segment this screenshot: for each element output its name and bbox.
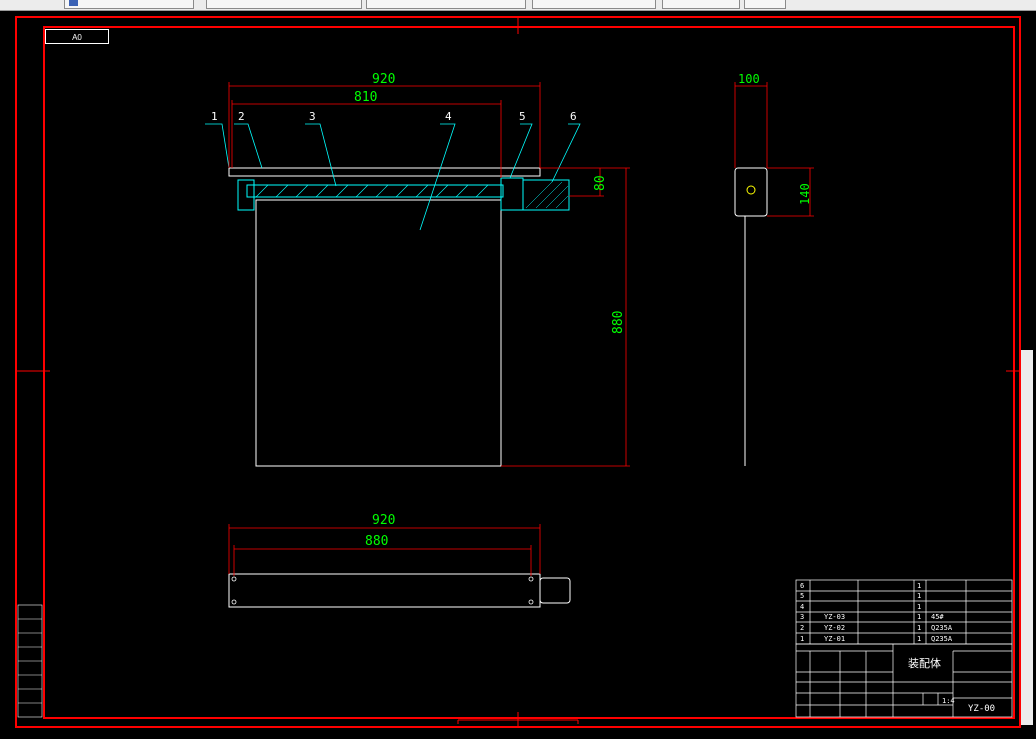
bom-no-6: 6 — [800, 582, 804, 590]
bom-qty-5: 1 — [917, 592, 921, 600]
dim-side-width: 100 — [738, 72, 760, 86]
balloon-4: 4 — [445, 110, 452, 123]
tab-3[interactable] — [366, 0, 526, 9]
dim-front-inner: 810 — [354, 90, 377, 105]
dim-plan-inner: 880 — [365, 534, 388, 549]
bom-no-5: 5 — [800, 592, 804, 600]
tab-6[interactable] — [744, 0, 786, 9]
plan-shaft-end — [539, 577, 571, 604]
bom-qty-3: 1 — [917, 613, 921, 621]
bom-no-3: 3 — [800, 613, 804, 621]
front-view — [228, 167, 570, 467]
balloon-3: 3 — [309, 110, 316, 123]
balloon-6: 6 — [570, 110, 577, 123]
bom-code-2: YZ-02 — [824, 624, 845, 632]
balloon-5: 5 — [519, 110, 526, 123]
bom-qty-4: 1 — [917, 603, 921, 611]
title-drawing-name: 装配体 — [908, 656, 941, 670]
bom-qty-1: 1 — [917, 635, 921, 643]
plan-dimensions — [228, 524, 541, 576]
front-right-bearing — [500, 177, 524, 211]
dim-front-height: 880 — [611, 311, 626, 334]
front-body — [255, 199, 502, 467]
left-margin-table — [17, 604, 43, 718]
side-hole — [746, 185, 756, 195]
front-motor-housing — [522, 179, 570, 211]
bom-qty-2: 1 — [917, 624, 921, 632]
tab-4[interactable] — [532, 0, 656, 9]
bom-no-1: 1 — [800, 635, 804, 643]
bom-material-3: 45# — [931, 613, 944, 621]
outer-frame — [15, 16, 1021, 728]
side-bracket — [734, 167, 768, 217]
tab-1[interactable] — [64, 0, 194, 9]
front-dimensions — [228, 82, 630, 467]
side-view — [734, 167, 768, 466]
bom-material-1: Q235A — [931, 635, 953, 643]
front-top-plate — [228, 167, 541, 177]
tab-2[interactable] — [206, 0, 362, 9]
bom-code-3: YZ-03 — [824, 613, 845, 621]
bom-qty-6: 1 — [917, 582, 921, 590]
bom-code-1: YZ-01 — [824, 635, 845, 643]
plan-view — [228, 573, 571, 608]
dim-side-height: 140 — [798, 183, 812, 205]
dim-front-side: 80 — [593, 175, 608, 191]
sheet-size-label: A0 — [45, 29, 109, 44]
bom-no-4: 4 — [800, 603, 804, 611]
balloon-2: 2 — [238, 110, 245, 123]
document-icon — [69, 0, 78, 7]
plan-body — [228, 573, 541, 608]
balloon-1: 1 — [211, 110, 218, 123]
drawing-canvas[interactable]: 1 2 3 4 5 6 920 810 80 880 100 140 920 8… — [0, 10, 1036, 739]
title-drawing-no: YZ-00 — [968, 704, 995, 714]
bom-material-2: Q235A — [931, 624, 953, 632]
leader-lines — [205, 123, 581, 231]
front-shaft — [246, 184, 504, 198]
bom-no-2: 2 — [800, 624, 804, 632]
dim-plan-total: 920 — [372, 513, 395, 528]
dim-front-total: 920 — [372, 72, 395, 87]
centering-marks — [16, 17, 1020, 727]
title-scale: 1:4 — [942, 697, 955, 705]
tab-5[interactable] — [662, 0, 740, 9]
side-scroll[interactable] — [1021, 350, 1033, 725]
